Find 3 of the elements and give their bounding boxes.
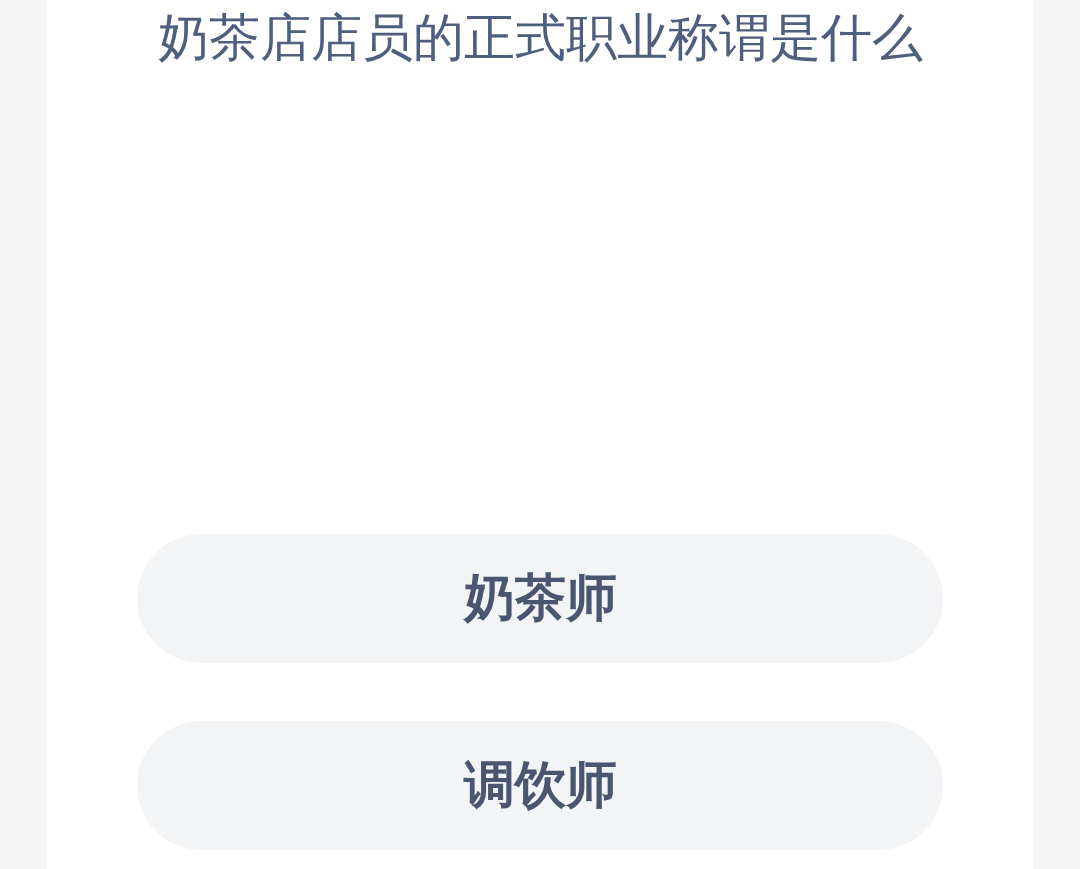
answer-option[interactable]: 奶茶师 (137, 534, 943, 663)
question-text: 奶茶店店员的正式职业称谓是什么 (157, 7, 923, 69)
answer-option[interactable]: 调饮师 (137, 721, 943, 850)
